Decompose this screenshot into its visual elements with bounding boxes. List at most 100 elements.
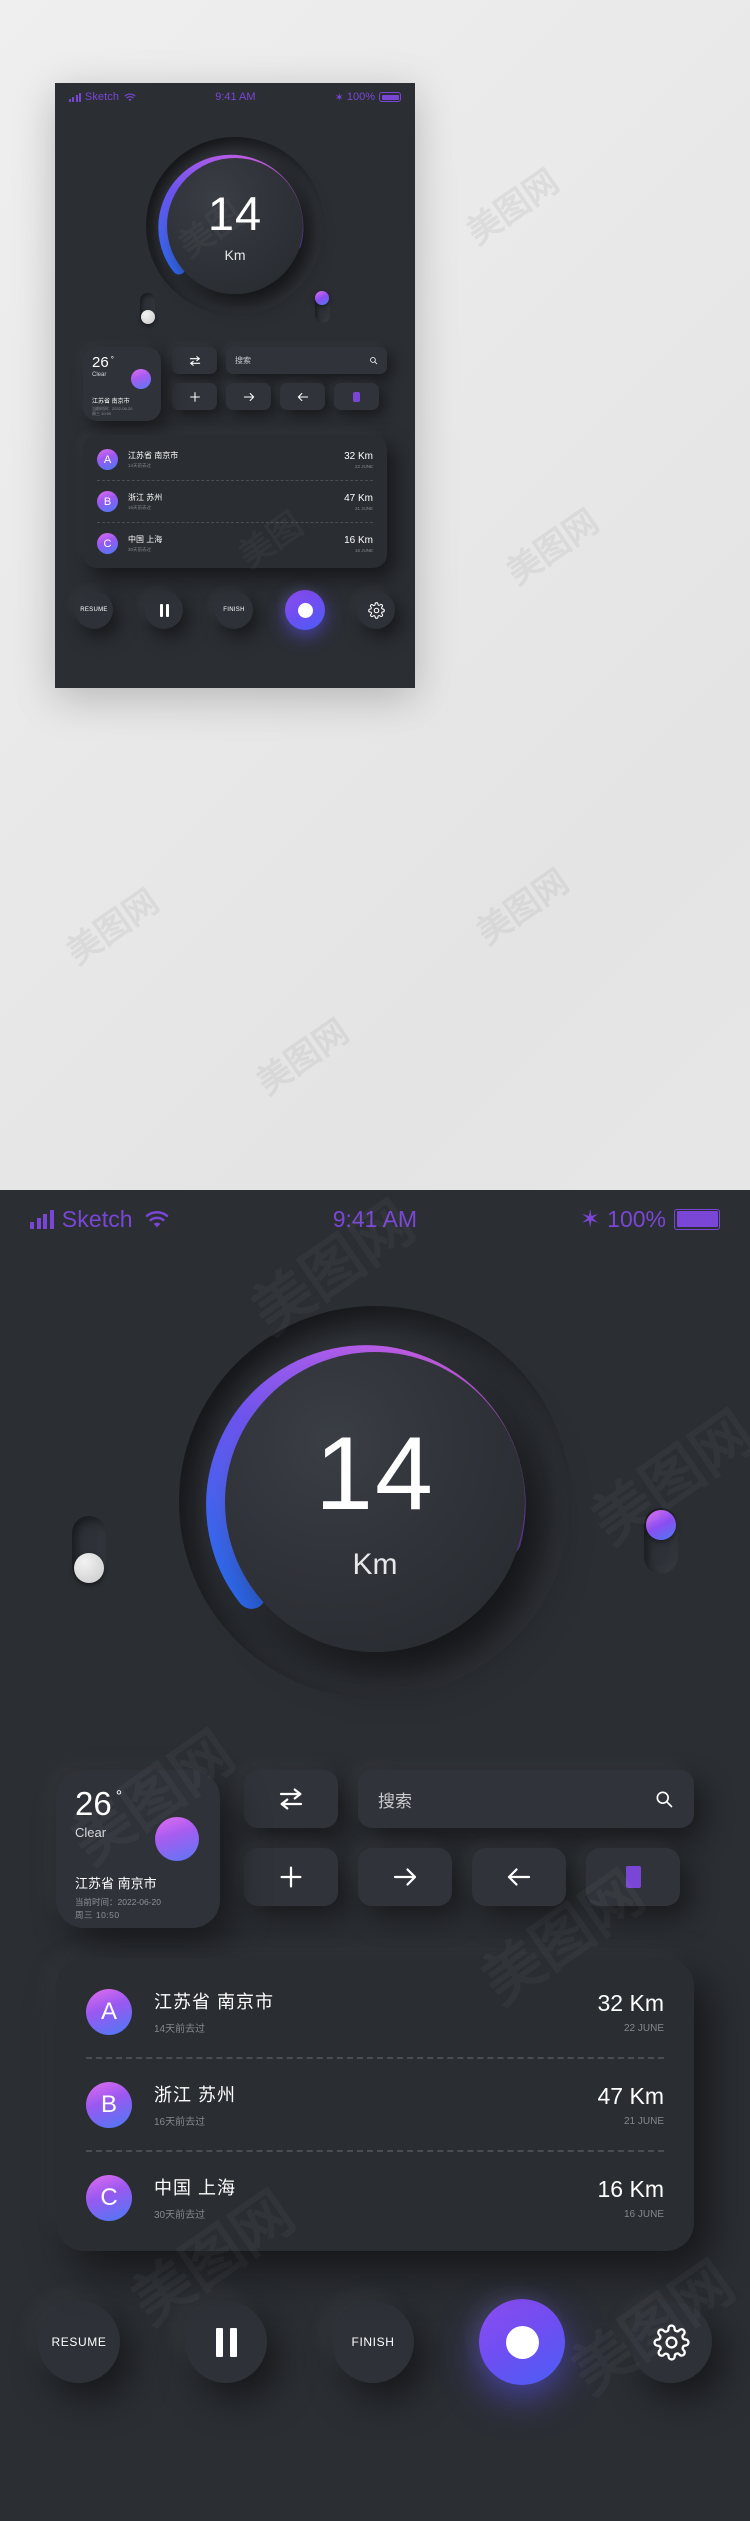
search-icon[interactable]: [654, 1789, 674, 1809]
battery-icon: [379, 92, 401, 102]
route-text: 浙江 苏州 16天前去过: [128, 492, 344, 511]
route-text: 浙江 苏州 16天前去过: [154, 2081, 598, 2128]
forward-button[interactable]: [358, 1848, 452, 1906]
route-badge: C: [97, 533, 118, 554]
route-subtitle: 16天前去过: [128, 505, 152, 510]
dial-knob: 14 Km: [225, 1352, 525, 1652]
search-icon[interactable]: [369, 356, 378, 365]
swap-arrows-icon: [189, 355, 200, 366]
resume-label: RESUME: [80, 607, 108, 613]
route-text: 江苏省 南京市 14天前去过: [154, 1988, 598, 2035]
table-row[interactable]: A 江苏省 南京市 14天前去过 32 Km 22 JUNE: [97, 439, 373, 480]
search-button[interactable]: 搜索: [226, 347, 387, 374]
route-metrics: 32 Km 22 JUNE: [598, 1990, 664, 2034]
status-bar-time: 9:41 AM: [215, 91, 256, 103]
swap-button[interactable]: [244, 1770, 338, 1828]
route-title: 浙江 苏州: [154, 2085, 237, 2105]
table-row[interactable]: A 江苏省 南京市 14天前去过 32 Km 22 JUNE: [86, 1966, 664, 2057]
route-badge: A: [86, 1988, 132, 2035]
battery-percent-label: 100%: [607, 1205, 666, 1232]
distance-dial[interactable]: 14 Km: [146, 137, 324, 315]
route-title: 中国 上海: [128, 535, 163, 544]
weather-weekday: 周三 10:50: [75, 1910, 120, 1920]
bottom-toolbar: RESUME FINISH: [55, 590, 415, 630]
resume-button[interactable]: RESUME: [75, 591, 113, 629]
distance-unit: Km: [352, 1548, 398, 1581]
weather-temperature: 26 °: [92, 354, 114, 371]
page-root: Sketch 9:41 AM ✶ 100% 14 Km 26 ° Clear 江…: [0, 0, 750, 2521]
table-row[interactable]: C 中国 上海 30天前去过 16 Km 16 JUNE: [86, 2152, 664, 2243]
plus-icon: [189, 391, 200, 402]
route-subtitle: 14天前去过: [154, 2024, 206, 2035]
search-button[interactable]: 搜索: [358, 1770, 694, 1828]
mid-section: 26 ° Clear 江苏省 南京市 当前时间：2022-06-20 周三 10:…: [0, 1770, 750, 1928]
dial-knob: 14 Km: [167, 158, 303, 294]
back-button[interactable]: [280, 383, 325, 410]
mid-section: 26 ° Clear 江苏省 南京市 当前时间：2022-06-20 周三 10:…: [55, 347, 415, 421]
route-list: A 江苏省 南京市 14天前去过 32 Km 22 JUNE B 浙江 苏州 1…: [56, 1958, 694, 2251]
weather-city: 江苏省 南京市: [92, 399, 130, 405]
route-title: 中国 上海: [154, 2178, 237, 2198]
swap-arrows-icon: [279, 1788, 303, 1810]
action-button-grid: 搜索: [244, 1770, 694, 1928]
action-row-2: [172, 383, 387, 410]
weather-card[interactable]: 26 ° Clear 江苏省 南京市 当前时间：2022-06-20 周三 10:…: [83, 347, 161, 421]
weather-city: 江苏省 南京市: [75, 1876, 157, 1891]
plus-icon: [280, 1866, 302, 1888]
forward-button[interactable]: [226, 383, 271, 410]
route-distance: 32 Km: [597, 1989, 664, 2016]
left-slider-handle[interactable]: [74, 1553, 104, 1583]
table-row[interactable]: B 浙江 苏州 16天前去过 47 Km 21 JUNE: [86, 2059, 664, 2150]
bookmark-button[interactable]: [586, 1848, 680, 1906]
weather-orb-icon: [131, 369, 151, 389]
status-bar-left: Sketch: [30, 1206, 170, 1233]
pause-button[interactable]: [185, 2301, 267, 2383]
table-row[interactable]: C 中国 上海 30天前去过 16 Km 16 JUNE: [97, 523, 373, 564]
route-date: 21 JUNE: [623, 2115, 664, 2127]
arrow-right-icon: [393, 1868, 417, 1886]
route-date: 16 JUNE: [354, 547, 373, 553]
wifi-icon: [124, 93, 136, 102]
route-badge: A: [97, 449, 118, 470]
bluetooth-icon: ✶: [580, 1205, 601, 1233]
route-date: 22 JUNE: [354, 463, 373, 469]
status-bar-right: ✶ 100%: [580, 1205, 720, 1234]
table-row[interactable]: B 浙江 苏州 16天前去过 47 Km 21 JUNE: [97, 481, 373, 522]
route-distance: 47 Km: [597, 2082, 664, 2109]
route-subtitle: 30天前去过: [128, 547, 152, 552]
route-date: 22 JUNE: [623, 2022, 664, 2034]
weather-updated: 当前时间：2022-06-20: [75, 1897, 161, 1907]
bookmark-button[interactable]: [334, 383, 379, 410]
swap-button[interactable]: [172, 347, 217, 374]
back-button[interactable]: [472, 1848, 566, 1906]
add-button[interactable]: [172, 383, 217, 410]
bookmark-icon: [625, 1866, 641, 1888]
status-bar: Sketch 9:41 AM ✶ 100%: [0, 1190, 750, 1248]
action-button-grid: 搜索: [172, 347, 387, 421]
resume-button[interactable]: RESUME: [38, 2301, 120, 2383]
finish-button[interactable]: FINISH: [332, 2301, 414, 2383]
settings-button[interactable]: [357, 591, 395, 629]
distance-value: 14: [207, 186, 263, 240]
record-icon: [297, 602, 313, 618]
search-placeholder: 搜索: [378, 1791, 412, 1811]
settings-button[interactable]: [630, 2301, 712, 2383]
route-distance: 16 Km: [344, 534, 373, 546]
wifi-icon: [144, 1210, 170, 1229]
add-button[interactable]: [244, 1848, 338, 1906]
finish-button[interactable]: FINISH: [215, 591, 253, 629]
record-button[interactable]: [479, 2299, 565, 2385]
status-bar: Sketch 9:41 AM ✶ 100%: [55, 83, 415, 111]
right-slider-handle[interactable]: [646, 1510, 676, 1540]
route-distance: 32 Km: [344, 450, 373, 462]
finish-label: FINISH: [223, 607, 245, 613]
distance-dial[interactable]: 14 Km: [179, 1306, 571, 1698]
record-button[interactable]: [285, 590, 325, 630]
pause-button[interactable]: [145, 591, 183, 629]
signal-bars-icon: [69, 92, 81, 102]
action-row-1: 搜索: [244, 1770, 694, 1828]
weather-card[interactable]: 26 ° Clear 江苏省 南京市 当前时间：2022-06-20 周三 10:…: [56, 1770, 220, 1928]
route-subtitle: 30天前去过: [154, 2210, 206, 2221]
status-bar-right: ✶ 100%: [335, 91, 401, 104]
route-metrics: 16 Km 16 JUNE: [344, 535, 373, 553]
